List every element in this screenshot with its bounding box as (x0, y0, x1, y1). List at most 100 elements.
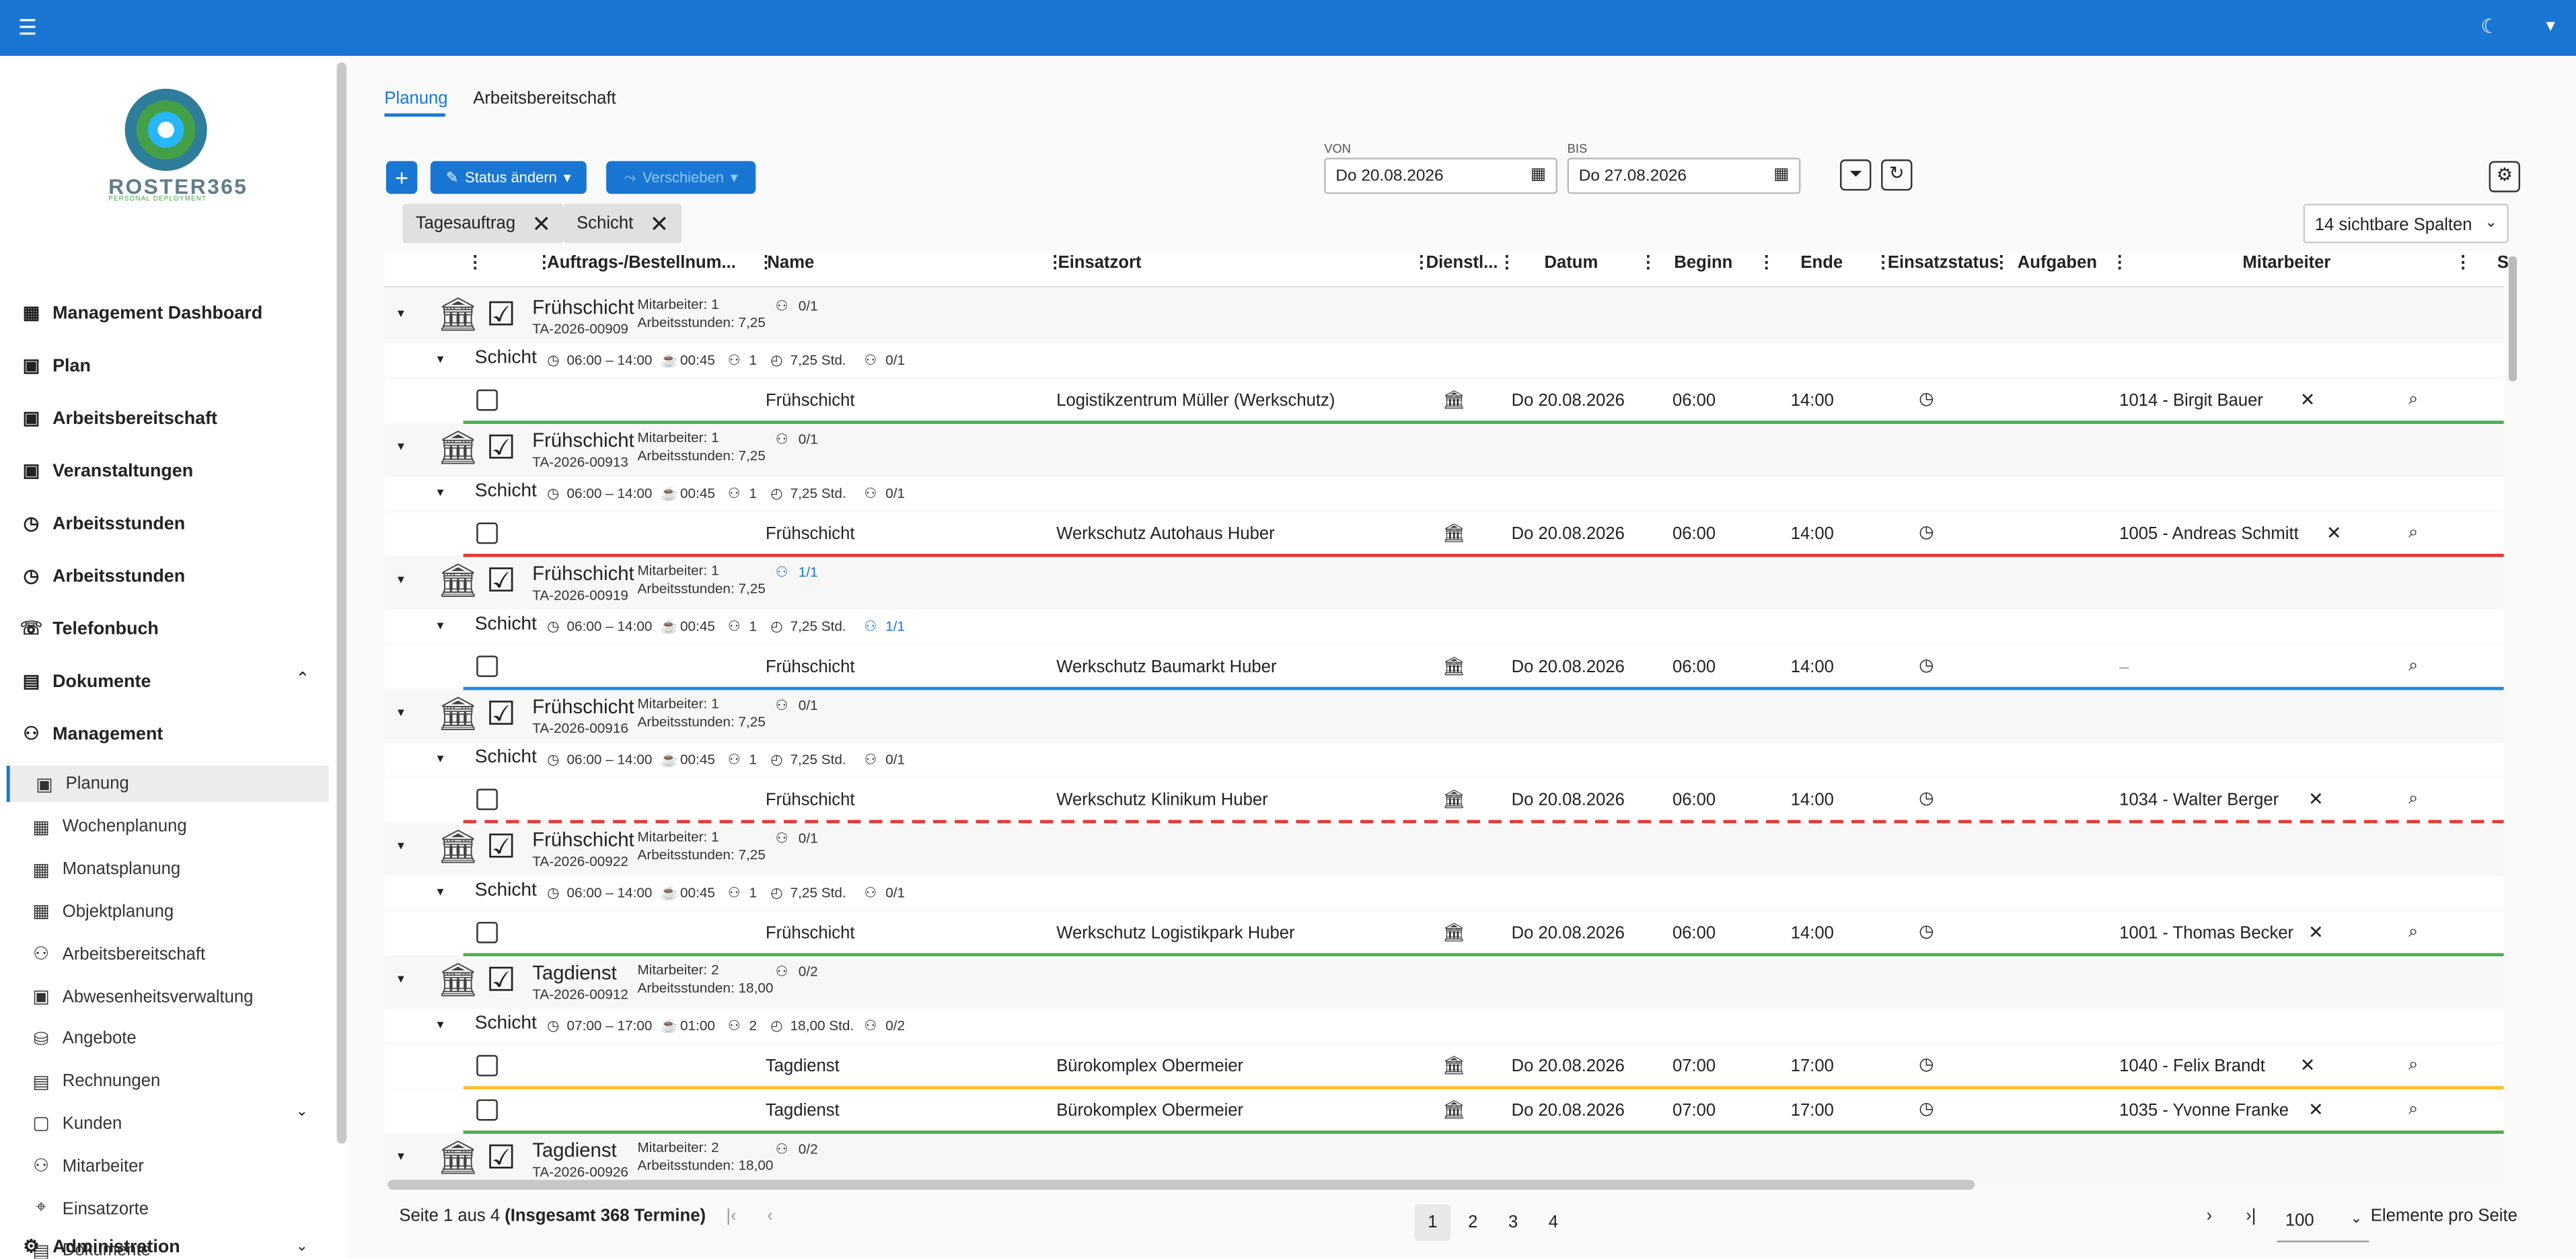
column-menu-icon[interactable]: ⋮ (1047, 253, 1064, 273)
calendar-icon[interactable]: ▦ (1773, 166, 1789, 184)
column-header[interactable]: Einsatzort (1058, 253, 1142, 273)
close-icon[interactable]: ✕ (532, 209, 552, 238)
sidebar-subitem-mitarbeiter[interactable]: ⚇ Mitarbeiter (30, 1155, 144, 1177)
collapse-icon[interactable]: ▾ (398, 572, 404, 587)
shift-row[interactable]: ▾ Schicht ◷ 06:00 – 14:00 ☕ 00:45 ⚇ 1 ◴ 7,25 Std.… (384, 609, 2504, 643)
row-checkbox[interactable] (476, 389, 498, 411)
move-button[interactable]: ⤳ Verschieben ▾ (606, 161, 756, 194)
row-checkbox[interactable] (476, 522, 498, 544)
moon-icon[interactable]: ☾ (2480, 15, 2498, 38)
chevron-down-icon[interactable]: ⌄ (296, 1103, 308, 1121)
calendar-icon[interactable]: ▦ (1531, 166, 1546, 184)
remove-employee-icon[interactable]: ✕ (2300, 390, 2316, 410)
refresh-icon[interactable]: ↻ (1881, 159, 1913, 191)
settings-gear-icon[interactable]: ⚙ (2489, 161, 2521, 192)
column-visibility-select[interactable]: 14 sichtbare Spalten ⌄ (2303, 203, 2509, 244)
sidebar-item-management[interactable]: ⚇ Management (20, 723, 163, 745)
collapse-icon[interactable]: ▾ (437, 618, 444, 633)
menu-icon[interactable]: ☰ (18, 15, 37, 41)
page-button-3[interactable]: 3 (1495, 1204, 1531, 1241)
collapse-icon[interactable]: ▾ (437, 352, 444, 367)
collapse-icon[interactable]: ▾ (398, 838, 404, 853)
first-page-icon[interactable]: |‹ (726, 1206, 736, 1225)
column-menu-icon[interactable]: ⋮ (536, 253, 553, 273)
column-header[interactable]: Mitarbeiter (2242, 253, 2330, 273)
sidebar-subitem-einsatzorte[interactable]: ⌖ Einsatzorte (30, 1198, 149, 1219)
search-icon[interactable]: ⌕ (2408, 390, 2418, 411)
shift-row[interactable]: ▾ Schicht ◷ 06:00 – 14:00 ☕ 00:45 ⚇ 1 ◴ 7,25 Std.… (384, 343, 2504, 377)
collapse-icon[interactable]: ▾ (437, 751, 444, 766)
sidebar-subitem-wochenplanung[interactable]: ▦ Wochenplanung (30, 816, 186, 838)
status-change-button[interactable]: ✎ Status ändern ▾ (430, 161, 587, 194)
sidebar-item-administration[interactable]: ⚙ Administration (20, 1235, 180, 1258)
last-page-icon[interactable]: ›| (2246, 1206, 2256, 1225)
collapse-icon[interactable]: ▾ (437, 884, 444, 899)
table-row[interactable]: Frühschicht Werkschutz Baumarkt Huber 🏛 Do … (384, 645, 2504, 689)
table-row[interactable]: Tagdienst Bürokomplex Obermeier 🏛 Do 20.08.… (384, 1089, 2504, 1132)
column-header[interactable]: Datum (1544, 253, 1598, 273)
column-menu-icon[interactable]: ⋮ (758, 253, 775, 273)
close-icon[interactable]: ✕ (650, 209, 669, 238)
table-row[interactable]: Frühschicht Logistikzentrum Müller (Werks… (384, 380, 2504, 423)
row-checkbox[interactable] (476, 789, 498, 810)
sidebar-subitem-arbeitsbereitschaft[interactable]: ⚇ Arbeitsbereitschaft (30, 943, 205, 965)
search-icon[interactable]: ⌕ (2408, 789, 2418, 810)
column-menu-icon[interactable]: ⋮ (2454, 253, 2472, 273)
column-header[interactable]: Einsatzstatus (1888, 253, 1999, 273)
search-icon[interactable]: ⌕ (2408, 1100, 2418, 1121)
column-header[interactable]: Dienstl... (1426, 253, 1498, 273)
column-header[interactable]: Auftrags-/Bestellnum... (547, 253, 736, 273)
remove-employee-icon[interactable]: ✕ (2308, 1100, 2324, 1120)
table-row[interactable]: Frühschicht Werkschutz Logistikpark Huber… (384, 912, 2504, 955)
per-page-select[interactable]: 100 ⌄ (2277, 1203, 2369, 1243)
shift-row[interactable]: ▾ Schicht ◷ 06:00 – 14:00 ☕ 00:45 ⚇ 1 ◴ 7,25 Std.… (384, 742, 2504, 776)
group-row[interactable]: ▾ 🏛 ☑ Tagdienst TA-2026-00926 Mitarbeiter: 2 A… (384, 1133, 2504, 1187)
sidebar-item-plan[interactable]: ▣ Plan (20, 355, 91, 377)
tab-arbeitsbereitschaft[interactable]: Arbeitsbereitschaft (473, 89, 616, 108)
search-icon[interactable]: ⌕ (2408, 1055, 2418, 1077)
sidebar-subitem-kunden[interactable]: ▢ Kunden (30, 1113, 122, 1135)
column-menu-icon[interactable]: ⋮ (1498, 253, 1516, 273)
filter-icon[interactable]: ⏷ (1840, 159, 1872, 191)
column-menu-icon[interactable]: ⋮ (467, 253, 484, 273)
sidebar-item-veranstaltungen[interactable]: ▣ Veranstaltungen (20, 460, 193, 482)
search-icon[interactable]: ⌕ (2408, 922, 2418, 943)
table-row[interactable]: Tagdienst Bürokomplex Obermeier 🏛 Do 20.08.… (384, 1045, 2504, 1088)
group-row[interactable]: ▾ 🏛 ☑ Frühschicht TA-2026-00919 Mitarbeiter: … (384, 556, 2504, 610)
group-row[interactable]: ▾ 🏛 ☑ Frühschicht TA-2026-00909 Mitarbeiter: … (384, 291, 2504, 344)
table-vertical-scrollbar[interactable] (2508, 256, 2517, 382)
chevron-up-icon[interactable]: ⌃ (296, 670, 309, 688)
column-menu-icon[interactable]: ⋮ (1993, 253, 2010, 273)
group-row[interactable]: ▾ 🏛 ☑ Frühschicht TA-2026-00922 Mitarbeiter: … (384, 823, 2504, 876)
column-menu-icon[interactable]: ⋮ (1413, 253, 1430, 273)
page-button-4[interactable]: 4 (1535, 1204, 1572, 1241)
sidebar-item-telefonbuch[interactable]: ☏ Telefonbuch (20, 618, 159, 639)
column-menu-icon[interactable]: ⋮ (1874, 253, 1892, 273)
sidebar-subitem-angebote[interactable]: ⛁ Angebote (30, 1028, 137, 1050)
chevron-down-icon[interactable]: ⌄ (296, 1237, 308, 1256)
row-checkbox[interactable] (476, 1099, 498, 1121)
collapse-icon[interactable]: ▾ (437, 1017, 444, 1032)
column-header[interactable]: Ende (1800, 253, 1843, 273)
collapse-icon[interactable]: ▾ (398, 705, 404, 720)
bis-date-input[interactable]: Do 27.08.2026 ▦ (1567, 157, 1801, 194)
group-row[interactable]: ▾ 🏛 ☑ Tagdienst TA-2026-00912 Mitarbeiter: 2A… (384, 956, 2504, 1009)
sidebar-subitem-planung[interactable]: ▣ Planung (6, 765, 329, 802)
user-menu-icon[interactable]: 👤▾ (2524, 15, 2555, 36)
row-checkbox[interactable] (476, 1054, 498, 1077)
shift-row[interactable]: ▾ Schicht ◷ 06:00 – 14:00 ☕ 00:45 ⚇ 1 ◴ 7,25 Std.… (384, 476, 2504, 510)
next-page-icon[interactable]: › (2207, 1206, 2213, 1225)
sidebar-item-arbeitsstunden[interactable]: ◷ Arbeitsstunden (20, 513, 186, 534)
remove-employee-icon[interactable]: ✕ (2308, 789, 2324, 810)
column-header[interactable]: S (2497, 253, 2509, 273)
prev-page-icon[interactable]: ‹ (767, 1206, 773, 1225)
sidebar-item-dokumente[interactable]: ▤ Dokumente (20, 670, 151, 692)
collapse-icon[interactable]: ▾ (398, 305, 404, 320)
row-checkbox[interactable] (476, 655, 498, 678)
remove-employee-icon[interactable]: ✕ (2300, 1055, 2316, 1076)
sidebar-subitem-monatsplanung[interactable]: ▦ Monatsplanung (30, 859, 180, 880)
table-row[interactable]: Frühschicht Werkschutz Autohaus Huber 🏛 Do … (384, 512, 2504, 556)
column-menu-icon[interactable]: ⋮ (1640, 253, 1657, 273)
column-menu-icon[interactable]: ⋮ (1758, 253, 1775, 273)
remove-employee-icon[interactable]: ✕ (2326, 523, 2342, 544)
